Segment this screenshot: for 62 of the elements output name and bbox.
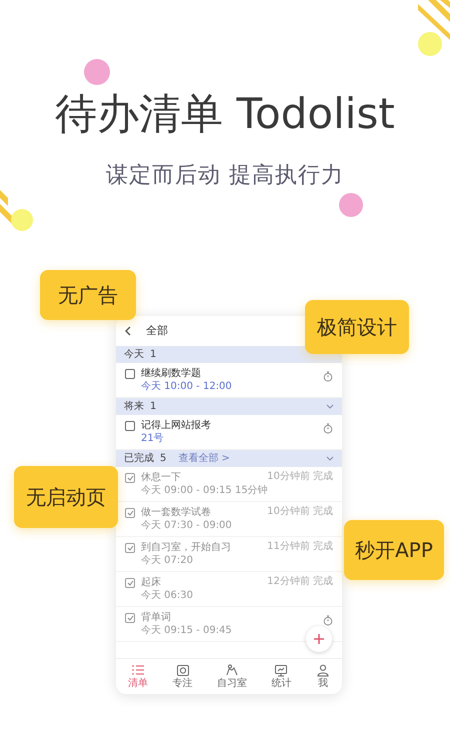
task-time: 今天 07:20	[141, 554, 194, 567]
checkbox[interactable]	[125, 369, 135, 379]
checkbox[interactable]	[125, 473, 135, 483]
screen-title: 全部	[146, 322, 168, 339]
completed-time: 10分钟前 完成	[267, 471, 333, 483]
completed-time: 12分钟前 完成	[267, 576, 333, 588]
list-icon	[131, 664, 146, 677]
task-title: 休息一下	[141, 471, 181, 484]
task-title: 起床	[141, 576, 161, 589]
camera-icon	[176, 664, 190, 677]
mountain-icon	[224, 664, 239, 677]
chevron-icon[interactable]	[326, 456, 334, 461]
section-label: 已完成	[124, 452, 154, 464]
count-label: 1	[150, 400, 156, 412]
task-title: 继续刷数学题	[141, 367, 201, 380]
section-header[interactable]: 已完成 5 查看全部 >	[116, 450, 342, 467]
tab[interactable]: 专注	[172, 664, 193, 689]
checkbox[interactable]	[125, 543, 135, 553]
stopwatch-icon[interactable]	[323, 423, 333, 434]
count-label: 5	[160, 452, 166, 464]
task-time: 今天 10:00 - 12:00	[141, 380, 233, 393]
count-label: 1	[150, 348, 156, 360]
task-title: 做一套数学试卷	[141, 506, 211, 519]
callout-bubble: 秒开APP	[344, 520, 444, 580]
task-time: 今天 06:30	[141, 589, 194, 602]
user-icon	[316, 664, 330, 677]
callout-bubble: 无启动页	[14, 466, 118, 528]
section-label: 将来	[124, 400, 144, 412]
section-header[interactable]: 今天 1	[116, 346, 342, 363]
dot-drawing	[83, 58, 111, 86]
stopwatch-icon[interactable]	[323, 615, 333, 626]
section-label: 今天	[124, 348, 144, 360]
chevron-icon[interactable]	[326, 404, 334, 409]
callout-bubble: 无广告	[40, 270, 136, 320]
stopwatch-icon[interactable]	[323, 371, 333, 382]
task-title: 背单词	[141, 611, 171, 624]
tab[interactable]: 自习室	[216, 664, 247, 689]
back-icon[interactable]	[124, 326, 132, 336]
view-all-link[interactable]: 查看全部 >	[178, 452, 230, 464]
monitor-icon	[274, 664, 288, 677]
checkbox[interactable]	[125, 578, 135, 588]
dot-drawing	[338, 192, 364, 218]
headline: 待办清单 Todolist	[55, 88, 395, 140]
task-time: 今天 07:30 - 09:00	[141, 519, 233, 532]
task-title: 到自习室，开始自习	[141, 541, 231, 554]
task-time: 21号	[141, 432, 165, 445]
checkbox[interactable]	[125, 613, 135, 623]
checkbox[interactable]	[125, 508, 135, 518]
tagline: 谋定而后动 提高执行力	[106, 162, 344, 190]
add-button[interactable]	[306, 626, 332, 652]
callout-bubble: 极简设计	[305, 300, 409, 354]
task-time: 今天 09:15 - 09:45	[141, 624, 233, 637]
completed-time: 10分钟前 完成	[267, 506, 333, 518]
tab[interactable]: 统计	[271, 664, 292, 689]
tab[interactable]: 我	[316, 664, 330, 689]
checkbox[interactable]	[125, 421, 135, 431]
tab[interactable]: 清单	[128, 664, 148, 689]
task-title: 记得上网站报考	[141, 419, 211, 432]
task-time: 今天 09:00 - 09:15 15分钟	[141, 484, 269, 497]
completed-time: 11分钟前 完成	[267, 541, 333, 553]
section-header[interactable]: 将来 1	[116, 398, 342, 415]
plus-icon	[313, 633, 325, 645]
